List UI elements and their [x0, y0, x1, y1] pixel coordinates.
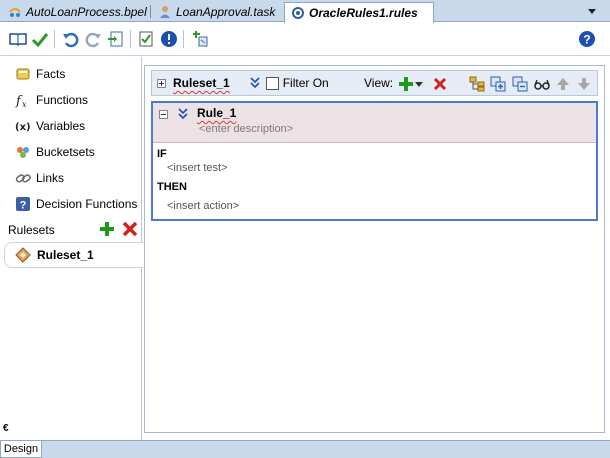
- collapse-all-icon[interactable]: [511, 75, 529, 93]
- expand-all-icon[interactable]: [489, 75, 507, 93]
- rule-name[interactable]: Rule_1: [197, 106, 236, 120]
- info-icon[interactable]: [159, 29, 179, 49]
- tab-loanapproval[interactable]: LoanApproval.task: [152, 2, 275, 22]
- if-keyword: IF: [157, 148, 167, 160]
- rules-file-icon: [291, 6, 305, 20]
- tab-separator: [150, 5, 151, 18]
- then-keyword: THEN: [157, 181, 187, 193]
- tab-list-dropdown-icon[interactable]: [586, 5, 598, 17]
- insert-action-placeholder[interactable]: <insert action>: [167, 200, 239, 212]
- svg-text:?: ?: [583, 33, 590, 47]
- add-rule-plus-icon[interactable]: [397, 75, 415, 93]
- facts-icon: [14, 66, 32, 82]
- ruleset-expand-icon[interactable]: [157, 78, 166, 88]
- editor-tab-bar: AutoLoanProcess.bpel LoanApproval.task O…: [0, 0, 610, 23]
- filter-label: Filter On: [282, 76, 329, 90]
- rulesets-header: Rulesets: [8, 221, 138, 239]
- tab-label: AutoLoanProcess.bpel: [26, 5, 147, 19]
- tab-oraclerules1[interactable]: OracleRules1.rules: [284, 2, 434, 23]
- sidebar-item-label: Decision Functions: [36, 197, 138, 211]
- ruleset-list-item[interactable]: Ruleset_1: [4, 242, 144, 268]
- sidebar-item-label: Functions: [36, 93, 89, 107]
- check-icon[interactable]: [30, 29, 50, 49]
- toolbar-separator: [130, 30, 131, 48]
- sidebar-item-links[interactable]: Links: [14, 169, 64, 187]
- rule-panel: Rule_1 <enter description> IF <insert te…: [151, 101, 598, 221]
- sidebar-item-bucketsets[interactable]: Bucketsets: [14, 143, 95, 161]
- view-label: View:: [364, 76, 394, 90]
- test-icon[interactable]: [190, 29, 210, 49]
- filter-checkbox[interactable]: [265, 76, 279, 90]
- variables-icon: (x): [14, 118, 32, 134]
- tab-label: OracleRules1.rules: [309, 6, 418, 20]
- rulesets-label: Rulesets: [8, 223, 55, 237]
- delete-rule-x-icon[interactable]: [431, 75, 449, 93]
- validate-icon[interactable]: [136, 29, 156, 49]
- ruleset-icon: [15, 247, 33, 263]
- ruleset-editor-frame: Ruleset_1 Filter On View: Rule_1 <enter …: [144, 65, 605, 433]
- move-up-arrow-icon[interactable]: [554, 75, 572, 93]
- ruleset-name[interactable]: Ruleset_1: [173, 76, 230, 90]
- tab-design[interactable]: Design: [0, 441, 42, 458]
- editor-toolbar: ?: [0, 23, 610, 56]
- svg-text:?: ?: [20, 200, 27, 212]
- rule-header: Rule_1 <enter description>: [153, 103, 596, 143]
- insert-test-placeholder[interactable]: <insert test>: [167, 162, 228, 174]
- functions-icon: fx: [14, 92, 32, 108]
- add-rule-dropdown-icon[interactable]: [414, 75, 424, 93]
- toolbar-separator: [183, 30, 184, 48]
- add-ruleset-plus-icon[interactable]: [99, 221, 115, 237]
- collapse-panel-icon[interactable]: €: [3, 423, 9, 434]
- sidebar-item-facts[interactable]: Facts: [14, 65, 65, 83]
- svg-text:(x): (x): [15, 122, 31, 133]
- sidebar-item-functions[interactable]: fx Functions: [14, 91, 88, 109]
- double-chevron-down-icon[interactable]: [178, 108, 188, 120]
- sidebar-item-label: Variables: [36, 119, 86, 133]
- sidebar-item-label: Facts: [36, 67, 66, 81]
- bucketsets-icon: [14, 144, 32, 160]
- help-icon[interactable]: ?: [577, 29, 597, 49]
- sidebar-item-decision-functions[interactable]: ? Decision Functions: [14, 195, 137, 213]
- ruleset-editor: Ruleset_1 Filter On View: Rule_1 <enter …: [143, 57, 610, 440]
- sidebar-item-variables[interactable]: (x) Variables: [14, 117, 85, 135]
- tab-autoloanprocess[interactable]: AutoLoanProcess.bpel: [2, 2, 147, 22]
- sidebar-item-label: Links: [36, 171, 65, 185]
- tree-view-icon[interactable]: [468, 75, 486, 93]
- export-icon[interactable]: [106, 29, 126, 49]
- ruleset-item-label: Ruleset_1: [37, 248, 94, 262]
- ruleset-header: Ruleset_1 Filter On View:: [151, 70, 598, 96]
- glasses-icon[interactable]: [533, 75, 551, 93]
- book-icon[interactable]: [8, 29, 28, 49]
- redo-icon[interactable]: [84, 29, 104, 49]
- double-chevron-down-icon[interactable]: [250, 77, 260, 89]
- delete-ruleset-x-icon[interactable]: [122, 221, 138, 237]
- toolbar-separator: [54, 30, 55, 48]
- decision-functions-icon: ?: [14, 196, 32, 212]
- sidebar-item-label: Bucketsets: [36, 145, 95, 159]
- tab-label: LoanApproval.task: [176, 5, 276, 19]
- editor-bottom-tab-bar: Design: [0, 440, 610, 458]
- undo-icon[interactable]: [60, 29, 80, 49]
- rule-description-placeholder[interactable]: <enter description>: [199, 123, 293, 135]
- human-task-icon: [158, 5, 172, 19]
- links-icon: [14, 170, 32, 186]
- rules-navigator: Facts fx Functions (x) Variables Buckets…: [0, 57, 144, 440]
- rule-collapse-icon[interactable]: [159, 110, 168, 119]
- bpel-process-icon: [8, 5, 22, 19]
- svg-text:x: x: [22, 100, 27, 108]
- move-down-arrow-icon[interactable]: [575, 75, 593, 93]
